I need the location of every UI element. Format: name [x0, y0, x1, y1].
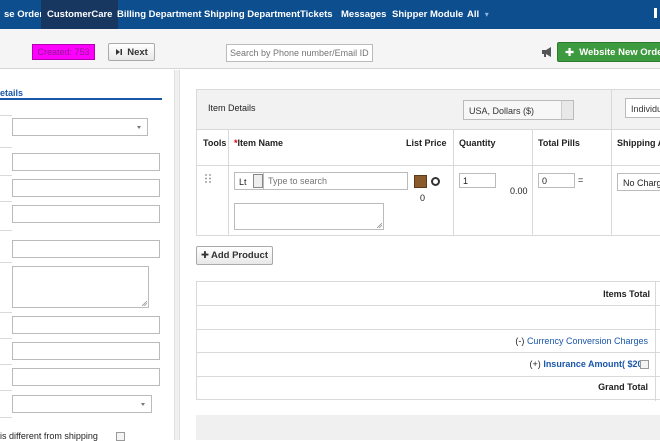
- total-pills-value: 0: [542, 176, 548, 186]
- chevron-down-icon: [561, 101, 573, 119]
- skip-next-icon: [116, 49, 123, 55]
- quantity-value: 1: [463, 176, 469, 186]
- website-new-order-button[interactable]: ✚ Website New Order: [557, 42, 660, 62]
- field-input-2[interactable]: [12, 179, 160, 197]
- product-image-icon[interactable]: [414, 175, 427, 188]
- field-input-7[interactable]: [12, 368, 160, 386]
- col-tools: Tools: [203, 138, 227, 148]
- item-prefix-value: Lt: [239, 177, 247, 187]
- nav-item-customercare[interactable]: CustomerCare: [41, 0, 119, 29]
- next-button[interactable]: Next: [108, 43, 155, 61]
- item-table-header: [197, 90, 660, 130]
- type-select[interactable]: Individu: [625, 98, 660, 118]
- top-nav-bar: se Order CustomerCare Billing Department…: [0, 0, 660, 29]
- insurance-checkbox[interactable]: [640, 360, 649, 369]
- customer-details-panel: etails is different from shipping: [0, 70, 175, 441]
- field-input-4[interactable]: [12, 240, 160, 258]
- nav-overflow-icon[interactable]: [654, 8, 660, 18]
- section-title: etails: [0, 88, 24, 98]
- add-product-label: Add Product: [210, 250, 268, 261]
- col-item-name-label: Item Name: [237, 138, 284, 148]
- chevron-down-icon: [253, 174, 263, 188]
- insurance-row: (+) Insurance Amount( $20 ): [530, 359, 648, 369]
- field-input-6[interactable]: [12, 342, 160, 360]
- toolbar: Created: 753 Next ✚ Website New Order: [0, 29, 660, 69]
- plus-icon: ✚: [565, 46, 575, 59]
- next-button-label: Next: [127, 46, 148, 58]
- item-details-title: Item Details: [208, 103, 256, 113]
- section-title-underline: [0, 98, 162, 100]
- resize-handle-icon[interactable]: [142, 301, 147, 306]
- field-input-1[interactable]: [12, 153, 160, 171]
- currency-select-value: USA, Dollars ($): [469, 106, 535, 116]
- shipping-select-value: No Charge: [623, 178, 660, 188]
- col-shipping: Shipping An: [617, 138, 660, 148]
- currency-conversion-link[interactable]: Currency Conversion Charges: [527, 336, 648, 346]
- resize-handle-icon[interactable]: [377, 223, 382, 228]
- footer-strip: [196, 415, 660, 440]
- megaphone-icon[interactable]: [541, 46, 554, 58]
- item-search-input[interactable]: [263, 172, 408, 190]
- remove-item-icon[interactable]: [431, 177, 440, 186]
- field-input-5[interactable]: [12, 316, 160, 334]
- items-total-label: Items Total: [603, 289, 650, 299]
- field-select-2[interactable]: [12, 395, 152, 413]
- panel-divider: [174, 70, 180, 440]
- list-price-value: 0: [420, 193, 426, 203]
- quantity-input[interactable]: 1: [459, 173, 496, 188]
- drag-handle-icon[interactable]: [205, 174, 211, 183]
- col-list-price: List Price: [406, 138, 447, 148]
- nav-all-label: All: [467, 9, 480, 20]
- item-table: Item Details USA, Dollars ($) Individu T…: [196, 89, 660, 236]
- currency-conversion-prefix: (-): [515, 336, 525, 346]
- nav-item-purchase-order[interactable]: se Order: [4, 0, 43, 29]
- nav-item-tickets[interactable]: Tickets: [300, 0, 333, 29]
- nav-item-shipper-module[interactable]: Shipper Module: [392, 0, 463, 29]
- item-notes-textarea[interactable]: [234, 203, 384, 230]
- created-badge: Created: 753: [32, 44, 95, 60]
- website-new-order-label: Website New Order: [579, 46, 660, 58]
- search-input[interactable]: [226, 44, 373, 62]
- total-pills-suffix: =: [578, 175, 584, 185]
- field-input-3[interactable]: [12, 205, 160, 223]
- grand-total-label: Grand Total: [598, 382, 648, 392]
- shipping-select[interactable]: No Charge: [617, 173, 660, 191]
- col-item-name: *Item Name: [234, 138, 283, 148]
- nav-item-billing-department[interactable]: Billing Department: [117, 0, 201, 29]
- nav-item-all[interactable]: All ▾: [467, 0, 489, 29]
- type-select-value: Individu: [631, 104, 660, 114]
- quantity-amount: 0.00: [510, 186, 528, 196]
- field-select-1[interactable]: [12, 118, 148, 136]
- col-total-pills: Total Pills: [538, 138, 580, 148]
- nav-item-shipping-department[interactable]: Shipping Department: [204, 0, 300, 29]
- nav-item-messages[interactable]: Messages: [341, 0, 386, 29]
- currency-select[interactable]: USA, Dollars ($): [463, 100, 574, 120]
- insurance-amount-link[interactable]: Insurance Amount( $20 ): [543, 359, 648, 369]
- insurance-prefix: (+): [529, 359, 541, 369]
- field-textarea-address[interactable]: [12, 266, 149, 308]
- add-product-button[interactable]: ✚ Add Product: [196, 246, 273, 265]
- totals-table: Items Total (-) Currency Conversion Char…: [196, 281, 660, 401]
- item-prefix-select[interactable]: Lt: [234, 172, 265, 190]
- chevron-down-icon: ▾: [484, 10, 489, 19]
- plus-icon: ✚: [201, 250, 209, 261]
- total-pills-input[interactable]: 0: [538, 173, 575, 188]
- currency-conversion-row: (-) Currency Conversion Charges: [515, 336, 648, 346]
- col-quantity: Quantity: [459, 138, 496, 148]
